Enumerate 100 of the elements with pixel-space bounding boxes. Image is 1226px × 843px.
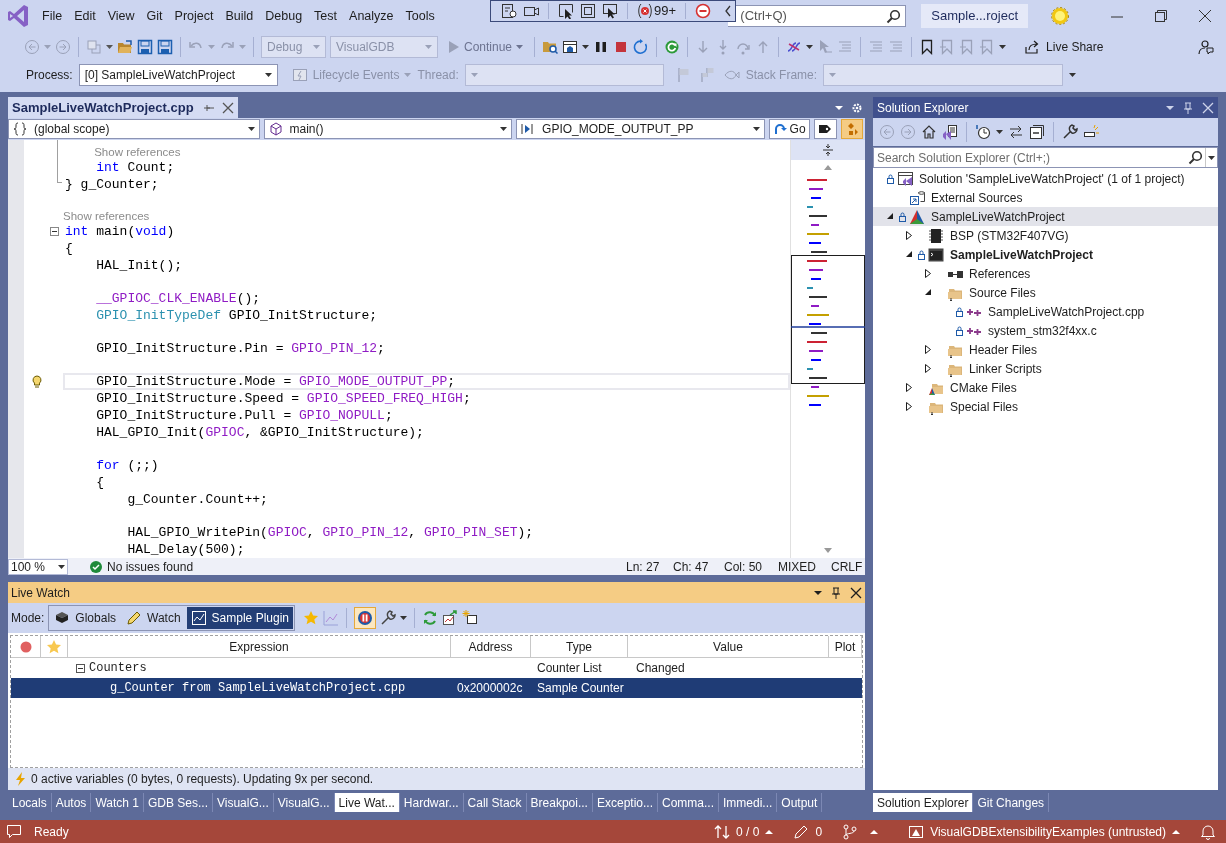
search-options-icon[interactable] — [1208, 153, 1215, 162]
app-logo-icon[interactable] — [7, 4, 29, 28]
close-icon[interactable] — [1198, 9, 1212, 23]
search-field[interactable]: (Ctrl+Q) — [728, 5, 907, 27]
wrench-icon[interactable] — [1062, 124, 1078, 140]
cursor-position-text[interactable]: Ln: 27 — [626, 557, 673, 576]
link-icon[interactable] — [786, 39, 803, 55]
collapse-icon[interactable] — [76, 663, 85, 673]
collapsed-arrow-icon[interactable] — [904, 382, 914, 393]
new-item-icon[interactable] — [462, 610, 478, 626]
menu-item[interactable]: View — [101, 6, 141, 26]
no-entry-icon[interactable] — [695, 3, 712, 19]
caret-icon[interactable] — [58, 562, 65, 571]
repository-name[interactable]: VisualGDBExtensibilityExamples (untrusted) — [930, 822, 1166, 841]
star-icon[interactable] — [303, 610, 319, 626]
close-icon[interactable] — [221, 101, 234, 114]
menu-item[interactable]: Tools — [399, 6, 441, 26]
folder-search-icon[interactable] — [542, 39, 559, 55]
expanded-arrow-icon[interactable] — [885, 211, 895, 222]
caret-icon[interactable] — [1069, 71, 1077, 79]
caret-icon[interactable] — [582, 43, 590, 51]
close-icon[interactable] — [850, 586, 862, 599]
save-all-icon[interactable] — [157, 39, 173, 55]
braces-icon[interactable] — [13, 122, 27, 136]
caret-icon[interactable] — [999, 43, 1007, 51]
mode-button[interactable]: Sample Plugin — [186, 607, 293, 629]
menu-item[interactable]: File — [36, 6, 69, 26]
cube-icon[interactable] — [268, 122, 283, 136]
caret-icon[interactable] — [752, 125, 760, 133]
collapsed-arrow-icon[interactable] — [923, 344, 933, 355]
menu-item[interactable]: Test — [308, 6, 344, 26]
cursor-position-text[interactable]: CRLF — [831, 557, 865, 576]
tag-icon[interactable] — [818, 123, 833, 135]
cursor-position-text[interactable]: Ch: 47 — [673, 557, 724, 576]
collapsed-arrow-icon[interactable] — [923, 363, 933, 374]
tree-row[interactable]: SampleLiveWatchProject — [873, 207, 1218, 226]
zoom-dropdown[interactable]: 100 % — [8, 558, 68, 575]
expanded-arrow-icon[interactable] — [904, 249, 914, 260]
collapse-icon[interactable] — [50, 227, 59, 236]
caret-icon[interactable] — [264, 71, 272, 79]
settings-icon[interactable] — [851, 101, 863, 114]
tool-window-tab[interactable]: Solution Explorer — [873, 793, 974, 812]
save-icon[interactable] — [137, 39, 153, 55]
restore-icon[interactable] — [1154, 9, 1168, 23]
search-icon[interactable] — [886, 8, 902, 24]
pin-icon[interactable] — [830, 586, 842, 599]
solution-view-icon[interactable] — [942, 124, 958, 140]
caret-icon[interactable] — [500, 125, 508, 133]
cursor-position-text[interactable]: MIXED — [778, 557, 831, 576]
process-dropdown[interactable]: [0] SampleLiveWatchProject — [78, 64, 278, 86]
caret-icon[interactable] — [996, 128, 1003, 136]
menu-item[interactable]: Git — [140, 6, 169, 26]
wrench-icon[interactable] — [380, 610, 396, 626]
collapsed-arrow-icon[interactable] — [904, 230, 914, 241]
tool-window-tab[interactable]: Live Wat... — [334, 793, 400, 812]
menu-item[interactable]: Project — [168, 6, 220, 26]
frame-icon[interactable] — [580, 3, 596, 19]
search-field[interactable]: Search Solution Explorer (Ctrl+;) — [873, 147, 1218, 168]
collapsed-arrow-icon[interactable] — [923, 268, 933, 279]
caret-icon[interactable] — [400, 614, 407, 622]
caret-up-icon[interactable] — [1172, 827, 1180, 836]
caret-icon[interactable] — [247, 125, 255, 133]
splitter-icon[interactable] — [822, 144, 834, 156]
breakpoints-window-icon[interactable] — [501, 3, 517, 19]
refresh-icon[interactable] — [664, 39, 681, 55]
pause-circle-icon[interactable] — [357, 610, 373, 626]
navigation-dropdown[interactable]: (global scope) — [8, 119, 260, 139]
mode-button[interactable]: Watch — [122, 607, 185, 629]
untrusted-repo-icon[interactable] — [908, 823, 925, 840]
table-row[interactable]: g_Counter from SampleLiveWatchProject.cpp 0x2000002c Sample Counter — [11, 678, 862, 698]
error-icon[interactable] — [637, 3, 653, 19]
scroll-down-icon[interactable] — [823, 547, 833, 554]
menu-item[interactable]: Analyze — [343, 6, 400, 26]
go-button[interactable]: Go — [768, 119, 810, 139]
expanded-arrow-icon[interactable] — [923, 287, 933, 298]
mode-button[interactable]: Globals — [50, 607, 121, 629]
show-references-link[interactable]: Show references — [63, 209, 150, 223]
branch-icon[interactable] — [842, 823, 859, 840]
sync-arrows-icon[interactable] — [714, 823, 731, 840]
live-share-button[interactable]: Live Share — [1024, 38, 1104, 56]
caret-up-icon[interactable] — [870, 827, 879, 836]
show-references-link[interactable]: Show references — [94, 145, 181, 159]
collapse-all-icon[interactable] — [1029, 124, 1045, 140]
cursor-frame-icon[interactable] — [602, 3, 618, 19]
editor-tab[interactable]: SampleLiveWatchProject.cpp — [8, 97, 238, 118]
tab-list-icon[interactable] — [835, 103, 843, 112]
collapsed-arrow-icon[interactable] — [904, 401, 914, 412]
window-icon[interactable] — [562, 39, 579, 55]
sync-icon[interactable] — [1008, 124, 1024, 140]
navigation-dropdown[interactable]: main() — [263, 119, 513, 139]
properties-icon[interactable] — [1083, 124, 1099, 140]
go-icon[interactable] — [772, 122, 787, 136]
caret-up-icon[interactable] — [765, 827, 774, 836]
home-icon[interactable] — [921, 124, 937, 140]
pencil-icon[interactable] — [793, 823, 810, 840]
export-icon[interactable] — [442, 610, 458, 626]
bell-icon[interactable] — [1200, 823, 1216, 840]
tab-list-icon[interactable] — [1166, 103, 1174, 112]
cursor-position-text[interactable]: Col: 50 — [724, 557, 778, 576]
tab-list-icon[interactable] — [814, 588, 822, 597]
